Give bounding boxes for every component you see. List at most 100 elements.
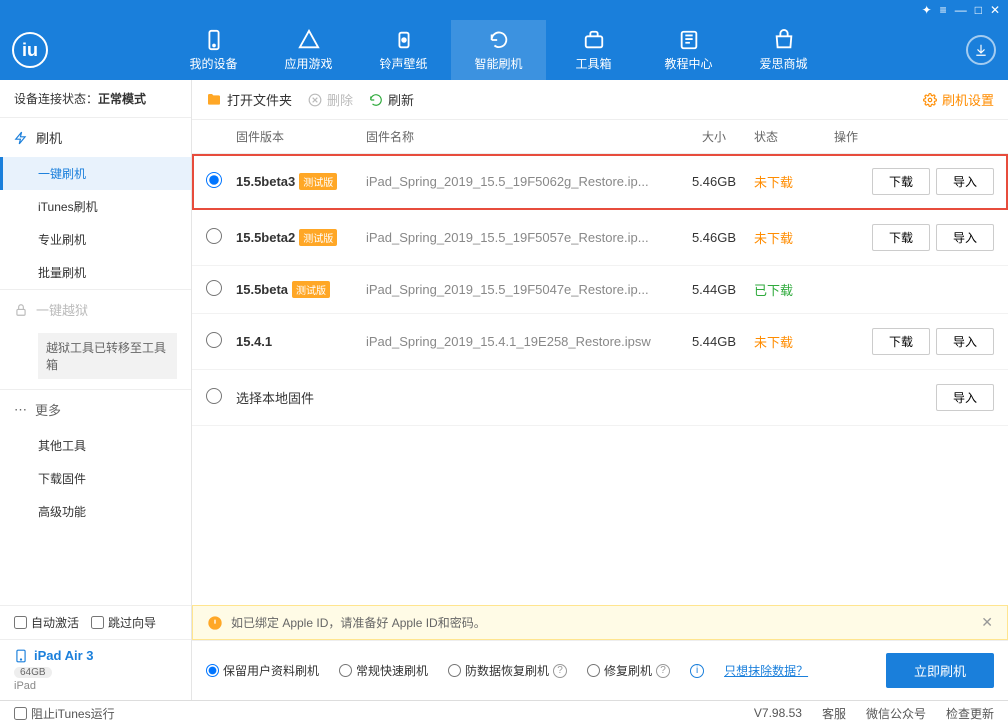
device-type: iPad xyxy=(14,680,177,692)
minimize-icon[interactable]: — xyxy=(955,3,967,17)
firmware-size: 5.46GB xyxy=(674,230,754,245)
logo-icon: iu xyxy=(12,32,48,68)
nav-device[interactable]: 我的设备 xyxy=(166,20,261,80)
content: 打开文件夹 删除 刷新 刷机设置 固件版本 固件名称 大小 状态 操作 xyxy=(192,80,1008,700)
flash-mode-option-0[interactable]: 保留用户资料刷机 xyxy=(206,662,319,679)
jailbreak-moved-note: 越狱工具已转移至工具箱 xyxy=(38,333,177,379)
help-icon[interactable]: ? xyxy=(656,664,670,678)
download-button[interactable]: 下载 xyxy=(872,168,930,195)
skip-guide-checkbox[interactable]: 跳过向导 xyxy=(91,614,156,631)
apps-icon xyxy=(298,29,320,51)
menu-icon[interactable]: ≡ xyxy=(940,3,947,17)
download-button[interactable]: 下载 xyxy=(872,328,930,355)
titlebar: ✦ ≡ — □ ✕ xyxy=(0,0,1008,20)
select-firmware-radio[interactable] xyxy=(206,332,222,348)
nav-label: 爱思商城 xyxy=(759,55,807,72)
select-firmware-radio[interactable] xyxy=(206,388,222,404)
statusbar: 阻止iTunes运行 V7.98.53 客服 微信公众号 检查更新 xyxy=(0,700,1008,725)
select-firmware-radio[interactable] xyxy=(206,228,222,244)
firmware-row[interactable]: 15.5beta测试版 iPad_Spring_2019_15.5_19F504… xyxy=(192,266,1008,314)
notice-text: 如已绑定 Apple ID，请准备好 Apple ID和密码。 xyxy=(231,614,486,631)
nav-toolbox[interactable]: 工具箱 xyxy=(546,20,641,80)
sidebar-item-flash-1[interactable]: iTunes刷机 xyxy=(0,190,191,223)
open-folder-button[interactable]: 打开文件夹 xyxy=(206,90,292,109)
sidebar-item-flash-0[interactable]: 一键刷机 xyxy=(0,157,191,190)
firmware-status: 未下载 xyxy=(754,228,834,247)
firmware-version: 15.5beta测试版 xyxy=(236,281,366,298)
firmware-row[interactable]: 15.5beta2测试版 iPad_Spring_2019_15.5_19F50… xyxy=(192,210,1008,266)
notice-close-button[interactable]: ✕ xyxy=(981,614,993,631)
firmware-size: 5.44GB xyxy=(674,334,754,349)
statusbar-link-update[interactable]: 检查更新 xyxy=(946,705,994,722)
nav-label: 应用游戏 xyxy=(284,55,332,72)
nav-label: 我的设备 xyxy=(189,55,237,72)
firmware-row[interactable]: 选择本地固件 导入 xyxy=(192,370,1008,426)
header-size: 大小 xyxy=(674,128,754,145)
refresh-button[interactable]: 刷新 xyxy=(369,90,414,109)
nav-store[interactable]: 爱思商城 xyxy=(736,20,831,80)
sidebar-item-more-0[interactable]: 其他工具 xyxy=(0,429,191,462)
select-firmware-radio[interactable] xyxy=(206,172,222,188)
device-capacity: 64GB xyxy=(14,667,52,678)
import-button[interactable]: 导入 xyxy=(936,328,994,355)
firmware-table: 15.5beta3测试版 iPad_Spring_2019_15.5_19F50… xyxy=(192,154,1008,426)
nav-ringtone[interactable]: 铃声壁纸 xyxy=(356,20,451,80)
flash-now-button[interactable]: 立即刷机 xyxy=(886,653,994,688)
sidebar-section-flash[interactable]: 刷机 xyxy=(0,118,191,157)
firmware-ops: 下载导入 xyxy=(834,224,994,251)
device-status: 设备连接状态：正常模式 xyxy=(0,80,191,118)
firmware-status: 未下载 xyxy=(754,332,834,351)
firmware-filename: iPad_Spring_2019_15.4.1_19E258_Restore.i… xyxy=(366,334,674,349)
sidebar-section-more[interactable]: ⋯ 更多 xyxy=(0,390,191,429)
sidebar-more-label: 更多 xyxy=(35,400,61,419)
close-icon[interactable]: ✕ xyxy=(990,3,1000,17)
help-icon[interactable]: ? xyxy=(553,664,567,678)
block-itunes-checkbox[interactable]: 阻止iTunes运行 xyxy=(14,705,115,722)
delete-button[interactable]: 删除 xyxy=(308,90,353,109)
nav-apps[interactable]: 应用游戏 xyxy=(261,20,356,80)
flash-mode-option-2[interactable]: 防数据恢复刷机? xyxy=(448,662,567,679)
sidebar-item-flash-2[interactable]: 专业刷机 xyxy=(0,223,191,256)
sidebar-options: 自动激活 跳过向导 xyxy=(0,605,191,639)
import-button[interactable]: 导入 xyxy=(936,384,994,411)
nav-tutorial[interactable]: 教程中心 xyxy=(641,20,736,80)
statusbar-link-support[interactable]: 客服 xyxy=(822,705,846,722)
statusbar-link-wechat[interactable]: 微信公众号 xyxy=(866,705,926,722)
device-icon xyxy=(14,649,28,663)
nav-label: 教程中心 xyxy=(664,55,712,72)
nav-flash[interactable]: 智能刷机 xyxy=(451,20,546,80)
flash-mode-option-3[interactable]: 修复刷机? xyxy=(587,662,670,679)
firmware-row[interactable]: 15.4.1 iPad_Spring_2019_15.4.1_19E258_Re… xyxy=(192,314,1008,370)
import-button[interactable]: 导入 xyxy=(936,224,994,251)
firmware-version: 选择本地固件 xyxy=(236,388,366,407)
erase-data-link[interactable]: 只想抹除数据？ xyxy=(724,662,808,679)
select-firmware-radio[interactable] xyxy=(206,280,222,296)
header-name: 固件名称 xyxy=(366,128,674,145)
sidebar-item-flash-3[interactable]: 批量刷机 xyxy=(0,256,191,289)
device-status-value: 正常模式 xyxy=(98,92,146,106)
sidebar-item-more-2[interactable]: 高级功能 xyxy=(0,495,191,528)
download-button[interactable]: 下载 xyxy=(872,224,930,251)
gear-icon xyxy=(923,93,937,107)
auto-activate-checkbox[interactable]: 自动激活 xyxy=(14,614,79,631)
connected-device[interactable]: iPad Air 3 64GB iPad xyxy=(0,639,191,700)
download-indicator-icon[interactable] xyxy=(966,35,996,65)
nav-label: 智能刷机 xyxy=(474,55,522,72)
firmware-size: 5.46GB xyxy=(674,174,754,189)
sidebar-item-more-1[interactable]: 下载固件 xyxy=(0,462,191,495)
maximize-icon[interactable]: □ xyxy=(975,3,982,17)
firmware-row[interactable]: 15.5beta3测试版 iPad_Spring_2019_15.5_19F50… xyxy=(192,154,1008,210)
sidebar-section-jailbreak[interactable]: 一键越狱 xyxy=(0,290,191,329)
import-button[interactable]: 导入 xyxy=(936,168,994,195)
flash-icon xyxy=(14,131,28,145)
firmware-status: 未下载 xyxy=(754,172,834,191)
firmware-status: 已下载 xyxy=(754,280,834,299)
delete-icon xyxy=(308,93,322,107)
bookmark-icon[interactable]: ✦ xyxy=(922,3,932,17)
flash-mode-option-1[interactable]: 常规快速刷机 xyxy=(339,662,428,679)
info-icon[interactable]: i xyxy=(690,664,704,678)
flash-settings-button[interactable]: 刷机设置 xyxy=(923,90,994,109)
nav-label: 铃声壁纸 xyxy=(379,55,427,72)
firmware-table-header: 固件版本 固件名称 大小 状态 操作 xyxy=(192,120,1008,154)
header-version: 固件版本 xyxy=(236,128,366,145)
